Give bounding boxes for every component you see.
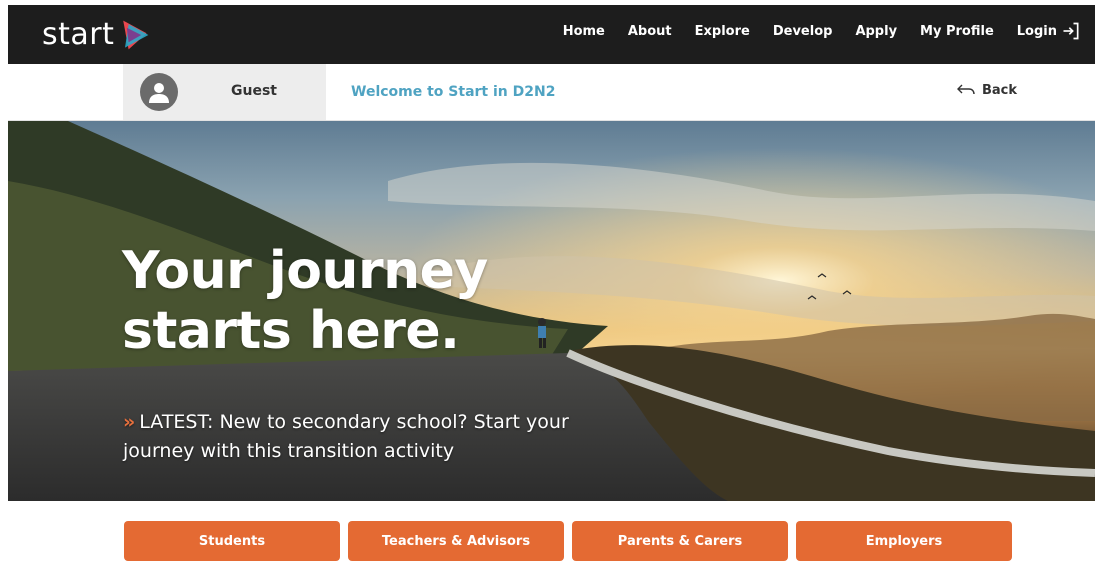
nav-explore[interactable]: Explore (695, 24, 750, 39)
logo-text: start (42, 17, 115, 52)
nav-about[interactable]: About (628, 24, 672, 39)
login-label: Login (1016, 23, 1057, 39)
user-avatar-icon (140, 73, 178, 111)
chevron-right-icon: » (123, 411, 136, 433)
teachers-advisors-button[interactable]: Teachers & Advisors (348, 521, 564, 561)
top-navbar: start Home About Explore Develop Apply M… (8, 5, 1095, 64)
headline-line-1: Your journey (122, 241, 488, 301)
back-button[interactable]: Back (956, 82, 1017, 98)
latest-news-link[interactable]: » LATEST: New to secondary school? Start … (123, 408, 573, 466)
nav-my-profile[interactable]: My Profile (920, 24, 994, 39)
user-name: Guest (231, 83, 277, 99)
login-link[interactable]: Login (1017, 21, 1081, 41)
audience-buttons: Students Teachers & Advisors Parents & C… (124, 521, 1034, 561)
parents-carers-button[interactable]: Parents & Carers (572, 521, 788, 561)
back-label: Back (982, 82, 1018, 98)
back-arrow-icon (957, 84, 975, 95)
headline-line-2: starts here. (122, 301, 460, 361)
start-logo[interactable]: start (42, 15, 152, 55)
students-button[interactable]: Students (124, 521, 340, 561)
latest-news-text: LATEST: New to secondary school? Start y… (123, 411, 569, 462)
login-arrow-icon (1063, 22, 1079, 40)
nav-develop[interactable]: Develop (773, 24, 833, 39)
page: start Home About Explore Develop Apply M… (8, 5, 1095, 580)
start-logo-icon (123, 20, 149, 50)
guest-panel[interactable]: Guest (123, 64, 326, 120)
user-bar: Guest Welcome to Start in D2N2 Back (8, 64, 1095, 121)
main-nav: Home About Explore Develop Apply My Prof… (563, 5, 1081, 57)
nav-apply[interactable]: Apply (855, 24, 897, 39)
welcome-message: Welcome to Start in D2N2 (351, 84, 556, 100)
nav-home[interactable]: Home (563, 24, 605, 39)
employers-button[interactable]: Employers (796, 521, 1012, 561)
hero-banner: Your journey starts here. » LATEST: New t… (8, 121, 1095, 501)
hero-headline: Your journey starts here. (122, 241, 488, 361)
